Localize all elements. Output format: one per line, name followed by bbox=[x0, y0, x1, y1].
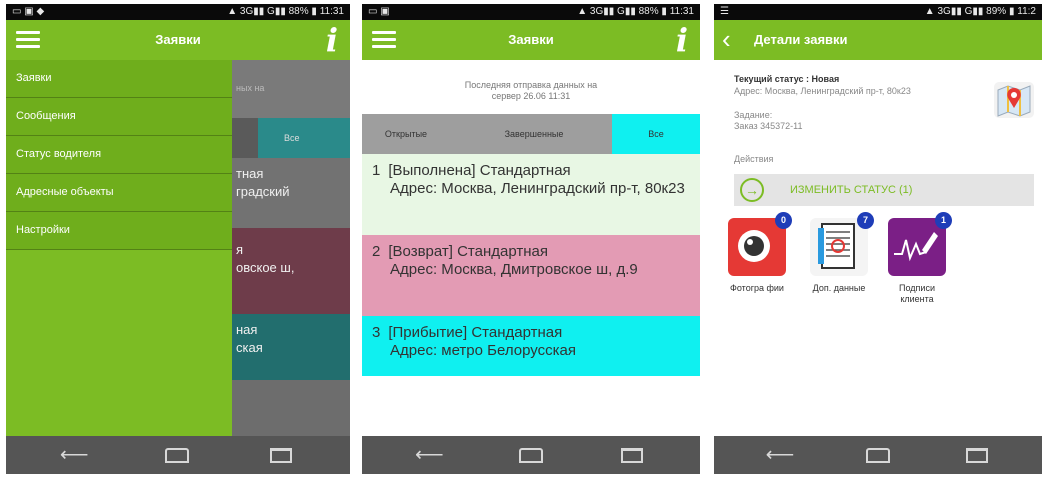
last-sync-info: Последняя отправка данных на сервер 26.0… bbox=[362, 60, 700, 114]
order-item-arrival[interactable]: 3 [Прибытие] Стандартная Адрес: метро Бел… bbox=[362, 316, 700, 376]
signal-icon: ▲ 3G▮▮ G▮▮ bbox=[577, 6, 636, 17]
back-icon[interactable]: ⟵ bbox=[54, 444, 94, 466]
task-label: Задание: bbox=[734, 110, 773, 120]
status-bar: ▭ ▣ ◆ ▲ 3G▮▮ G▮▮ 88% ▮ 11:31 bbox=[6, 4, 350, 20]
page-title: Детали заявки bbox=[754, 32, 848, 47]
extra-data-badge: 7 bbox=[857, 212, 874, 229]
dimmed-line: тная bbox=[236, 166, 264, 181]
order-title: [Возврат] Стандартная bbox=[388, 243, 548, 260]
task-value: Заказ 345372-11 bbox=[734, 121, 803, 131]
battery-icon: ▮ bbox=[1008, 6, 1015, 17]
dimmed-line: градский bbox=[236, 184, 290, 199]
clock: 11:2 bbox=[1017, 6, 1036, 17]
phone-screen-orders: ▭ ▣ ▲ 3G▮▮ G▮▮ 88% ▮ 11:31 Заявки i Посл… bbox=[362, 4, 700, 474]
photos-badge: 0 bbox=[775, 212, 792, 229]
notification-icons: ☰ bbox=[720, 6, 729, 17]
home-icon[interactable] bbox=[511, 444, 551, 466]
dimmed-line: я bbox=[236, 242, 244, 257]
order-title: [Прибытие] Стандартная bbox=[388, 324, 563, 341]
client-signatures-tile-label: Подписи клиента bbox=[899, 283, 935, 304]
tab-all[interactable]: Все bbox=[612, 114, 700, 154]
home-icon[interactable] bbox=[858, 444, 898, 466]
drawer-item-orders[interactable]: Заявки bbox=[6, 60, 232, 98]
drawer-item-settings[interactable]: Настройки bbox=[6, 212, 232, 250]
recent-apps-icon[interactable] bbox=[261, 444, 301, 466]
photos-tile[interactable]: 0 bbox=[728, 212, 792, 276]
order-number: 3 bbox=[372, 324, 381, 341]
last-sync-line2: сервер 26.06 11:31 bbox=[491, 91, 571, 101]
home-icon[interactable] bbox=[157, 444, 197, 466]
back-icon[interactable]: ⟵ bbox=[409, 444, 449, 466]
order-item-completed[interactable]: 1 [Выполнена] Стандартная Адрес: Москва, … bbox=[362, 154, 700, 235]
dimmed-line: овское ш, bbox=[236, 260, 295, 275]
clock: 11:31 bbox=[319, 6, 344, 17]
current-status: Текущий статус : Новая bbox=[734, 74, 840, 84]
change-status-button[interactable]: → ИЗМЕНИТЬ СТАТУС (1) bbox=[734, 174, 1034, 206]
last-sync-line1: Последняя отправка данных на bbox=[464, 80, 598, 90]
signal-icon: ▲ 3G▮▮ G▮▮ bbox=[924, 6, 984, 17]
info-icon[interactable]: i bbox=[326, 22, 338, 58]
order-title: [Выполнена] Стандартная bbox=[388, 162, 571, 179]
extra-data-tile-label: Доп. данные bbox=[812, 283, 866, 293]
tab-open[interactable]: Открытые bbox=[362, 114, 450, 154]
back-icon[interactable]: ⟵ bbox=[760, 444, 800, 466]
order-address: Адрес: метро Белорусская bbox=[390, 342, 576, 359]
navigation-drawer: Заявки Сообщения Статус водителя Адресны… bbox=[6, 60, 232, 436]
system-nav-bar: ⟵ bbox=[6, 436, 350, 474]
client-signatures-badge: 1 bbox=[935, 212, 952, 229]
back-arrow-icon[interactable]: ‹ bbox=[722, 24, 731, 54]
drawer-item-address-objects[interactable]: Адресные объекты bbox=[6, 174, 232, 212]
battery-icon: ▮ bbox=[311, 6, 317, 17]
app-title: Заявки bbox=[155, 32, 201, 47]
dimmed-line: ская bbox=[236, 340, 263, 355]
order-item-return[interactable]: 2 [Возврат] Стандартная Адрес: Москва, Дм… bbox=[362, 235, 700, 316]
drawer-item-driver-status[interactable]: Статус водителя bbox=[6, 136, 232, 174]
client-signatures-tile[interactable]: 1 bbox=[888, 212, 952, 276]
system-nav-bar: ⟵ bbox=[362, 436, 700, 474]
system-nav-bar: ⟵ bbox=[714, 436, 1042, 474]
recent-apps-icon[interactable] bbox=[957, 444, 997, 466]
actions-label: Действия bbox=[734, 154, 774, 164]
filter-tabs: Открытые Завершенные Все bbox=[362, 114, 700, 154]
order-number: 2 bbox=[372, 243, 381, 260]
notification-icons: ▭ ▣ ◆ bbox=[12, 6, 45, 17]
order-address: Адрес: Москва, Ленинградский пр-т, 80к23 bbox=[390, 180, 685, 197]
app-bar: ‹ Детали заявки bbox=[714, 20, 1042, 60]
order-address: Адрес: Москва, Дмитровское ш, д.9 bbox=[390, 261, 638, 278]
arrow-right-circle-icon: → bbox=[740, 178, 764, 202]
clock: 11:31 bbox=[669, 6, 694, 17]
change-status-label: ИЗМЕНИТЬ СТАТУС (1) bbox=[790, 184, 913, 196]
battery-level: 89% bbox=[986, 6, 1007, 17]
battery-level: 88% bbox=[288, 6, 309, 17]
dimmed-line: ная bbox=[236, 322, 258, 337]
app-bar: Заявки i bbox=[362, 20, 700, 60]
notification-icons: ▭ ▣ bbox=[368, 6, 390, 17]
battery-level: 88% bbox=[638, 6, 659, 17]
order-address: Адрес: Москва, Ленинградский пр-т, 80к23 bbox=[734, 86, 911, 96]
info-icon[interactable]: i bbox=[676, 22, 688, 58]
signal-icon: ▲ 3G▮▮ G▮▮ bbox=[227, 6, 286, 17]
dimmed-order-list: ных на Все тная градский я овское ш, ная… bbox=[232, 60, 350, 436]
dimmed-sync-text: ных на bbox=[236, 83, 265, 93]
phone-screen-order-details: ☰ ▲ 3G▮▮ G▮▮ 89% ▮ 11:2 ‹ Детали заявки … bbox=[714, 4, 1042, 474]
dimmed-tab-all: Все bbox=[284, 133, 300, 143]
recent-apps-icon[interactable] bbox=[612, 444, 652, 466]
drawer-item-messages[interactable]: Сообщения bbox=[6, 98, 232, 136]
order-number: 1 bbox=[372, 162, 381, 179]
photos-tile-label: Фотогра фии bbox=[730, 283, 784, 293]
tab-completed[interactable]: Завершенные bbox=[484, 114, 584, 154]
status-bar: ☰ ▲ 3G▮▮ G▮▮ 89% ▮ 11:2 bbox=[714, 4, 1042, 20]
app-title: Заявки bbox=[508, 32, 554, 47]
battery-icon: ▮ bbox=[661, 6, 667, 17]
app-bar: Заявки i bbox=[6, 20, 350, 60]
map-icon[interactable] bbox=[994, 82, 1034, 118]
extra-data-tile[interactable]: 7 bbox=[810, 212, 874, 276]
status-bar: ▭ ▣ ▲ 3G▮▮ G▮▮ 88% ▮ 11:31 bbox=[362, 4, 700, 20]
phone-screen-menu: ▭ ▣ ◆ ▲ 3G▮▮ G▮▮ 88% ▮ 11:31 Заявки i ны… bbox=[6, 4, 350, 474]
